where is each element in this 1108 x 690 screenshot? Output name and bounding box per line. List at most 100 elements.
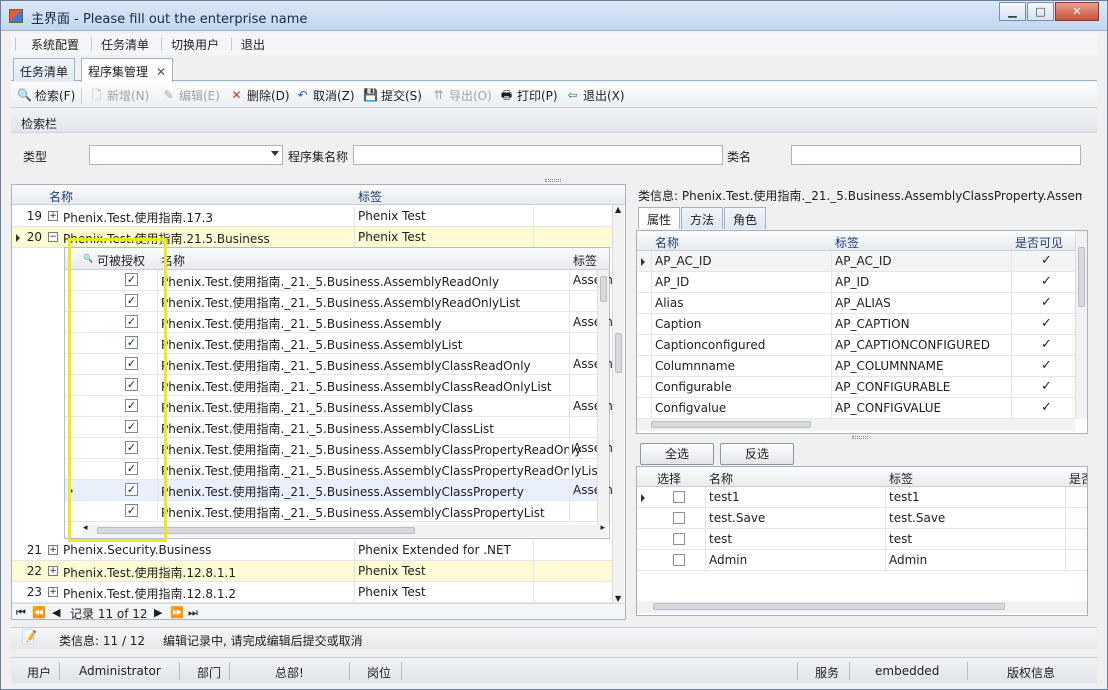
invert-selection-button[interactable]: 反选 [720,443,794,465]
class-name-input[interactable] [791,145,1081,165]
scroll-thumb[interactable] [651,421,811,428]
column-header-select[interactable]: 选择 [657,470,681,487]
type-select[interactable] [89,145,283,165]
delete-button[interactable]: ✕ 删除(D) [229,87,289,104]
column-header-user-name[interactable]: 名称 [709,470,733,487]
select-checkbox[interactable] [673,554,685,566]
expand-toggle-icon[interactable]: + [48,566,58,576]
table-row[interactable]: 21 + Phenix.Security.Business Phenix Extend… [12,540,612,561]
expand-toggle-icon[interactable]: + [48,545,58,555]
select-all-button[interactable]: 全选 [640,443,714,465]
property-grid-vscrollbar[interactable] [1075,231,1087,419]
print-button[interactable]: 🖶 打印(P) [499,87,558,104]
visible-checkbox[interactable]: ✓ [1040,254,1053,267]
column-header-prop-name[interactable]: 名称 [655,234,679,251]
table-row[interactable]: Configurable AP_CONFIGURABLE ✓ [637,377,1075,398]
column-header-tag[interactable]: 标签 [358,188,382,205]
scroll-thumb[interactable] [600,276,607,302]
table-row[interactable]: 23 + Phenix.Test.使用指南.12.8.1.2 Phenix Test [12,582,612,603]
visible-checkbox[interactable]: ✓ [1040,275,1053,288]
table-row[interactable]: test1 test1 [637,487,1087,508]
select-checkbox[interactable] [673,512,685,524]
scroll-up-icon[interactable]: ▲ [615,205,621,214]
menu-exit[interactable]: 退出 [241,36,265,53]
export-button[interactable]: ⇈ 导出(O) [431,87,491,104]
close-button[interactable]: ✕ [1055,2,1099,21]
row-number: 19 [26,209,42,223]
column-divider [651,293,652,314]
assembly-name-input[interactable] [353,145,723,165]
tab-properties[interactable]: 属性 [638,207,681,229]
table-row[interactable]: Configvalue AP_CONFIGVALUE ✓ [637,398,1075,419]
visible-checkbox[interactable]: ✓ [1040,296,1053,309]
add-button-label: 新增(N) [107,89,150,103]
next-record-icon[interactable]: ▶ [154,606,162,619]
table-row[interactable]: Captionconfigured AP_CAPTIONCONFIGURED ✓ [637,335,1075,356]
close-tab-icon[interactable]: ✕ [156,65,166,79]
table-row[interactable]: 19 + Phenix.Test.使用指南.17.3 Phenix Test [12,206,612,227]
expand-toggle-icon[interactable]: + [48,211,58,221]
class-grid-vscrollbar[interactable] [597,270,609,525]
first-record-icon[interactable]: ⏮ [16,606,26,619]
menu-switch-user[interactable]: 切换用户 [171,36,219,53]
column-header-visible[interactable]: 是否可见 [1015,234,1063,251]
tab-task-list[interactable]: 任务清单 [13,58,76,81]
scroll-thumb[interactable] [653,603,1005,610]
table-row[interactable]: AP_ID AP_ID ✓ [637,272,1075,293]
highlight-box [68,238,167,542]
splitter-grip[interactable] [545,179,561,182]
column-header-user-tag[interactable]: 标签 [889,470,913,487]
column-header-class-tag[interactable]: 标签 [573,252,597,269]
column-divider [533,540,534,561]
add-button[interactable]: 🗋 新增(N) [89,87,150,104]
expand-toggle-icon[interactable]: + [48,587,58,597]
property-tag: AP_CAPTION [835,317,910,331]
copyright-link[interactable]: 版权信息 [1007,664,1055,681]
class-info-counter: 类信息: 11 / 12 [59,634,146,648]
column-header-prop-tag[interactable]: 标签 [835,234,859,251]
maximize-button[interactable]: □ [1027,2,1054,21]
table-row[interactable]: Caption AP_CAPTION ✓ [637,314,1075,335]
search-button[interactable]: 🔍 检索(F) [17,87,75,104]
visible-checkbox[interactable]: ✓ [1040,380,1053,393]
visible-checkbox[interactable]: ✓ [1040,401,1053,414]
next-page-icon[interactable]: ⏩ [170,606,184,619]
select-checkbox[interactable] [673,533,685,545]
visible-checkbox[interactable]: ✓ [1040,317,1053,330]
assembly-grid-vscrollbar[interactable]: ▲ ▼ [612,205,624,603]
column-header-name[interactable]: 名称 [49,188,73,205]
prev-record-icon[interactable]: ◀ [52,606,60,619]
tab-assembly-manage[interactable]: 程序集管理 ✕ [81,58,174,82]
column-header-user-flag[interactable]: 是否 [1069,470,1087,487]
scroll-down-icon[interactable]: ▼ [615,594,621,603]
expand-toggle-icon[interactable]: − [48,232,58,242]
class-name: Phenix.Test.使用指南._21._5.Business.Assembl… [161,422,494,436]
scroll-thumb[interactable] [615,333,622,373]
scroll-thumb[interactable] [1078,247,1085,307]
cancel-button[interactable]: ↶ 取消(Z) [295,87,354,104]
exit-button[interactable]: ⇦ 退出(X) [565,87,624,104]
visible-checkbox[interactable]: ✓ [1040,338,1053,351]
menu-system-config[interactable]: 系统配置 [31,36,79,53]
splitter-grip[interactable] [852,436,868,439]
visible-checkbox[interactable]: ✓ [1040,359,1053,372]
table-row[interactable]: AP_AC_ID AP_AC_ID ✓ [637,251,1075,272]
footer-separator [401,662,402,680]
property-grid-hscrollbar[interactable] [637,419,1075,431]
table-row[interactable]: Alias AP_ALIAS ✓ [637,293,1075,314]
table-row[interactable]: test test [637,529,1087,550]
user-grid-hscrollbar[interactable] [637,601,1087,613]
edit-button[interactable]: ✎ 编辑(E) [161,87,219,104]
table-row[interactable]: test.Save test.Save [637,508,1087,529]
table-row[interactable]: 22 + Phenix.Test.使用指南.12.8.1.1 Phenix Test [12,561,612,582]
last-record-icon[interactable]: ⏭ [188,606,198,619]
prev-page-icon[interactable]: ⏪ [32,606,46,619]
submit-button[interactable]: 💾 提交(S) [363,87,422,104]
table-row[interactable]: Columnname AP_COLUMNNAME ✓ [637,356,1075,377]
select-checkbox[interactable] [673,491,685,503]
tab-methods[interactable]: 方法 [681,207,724,229]
table-row[interactable]: Admin Admin [637,550,1087,571]
minimize-button[interactable]: ▁ [999,2,1026,21]
menu-task-list[interactable]: 任务清单 [101,36,149,53]
tab-roles[interactable]: 角色 [724,207,767,229]
